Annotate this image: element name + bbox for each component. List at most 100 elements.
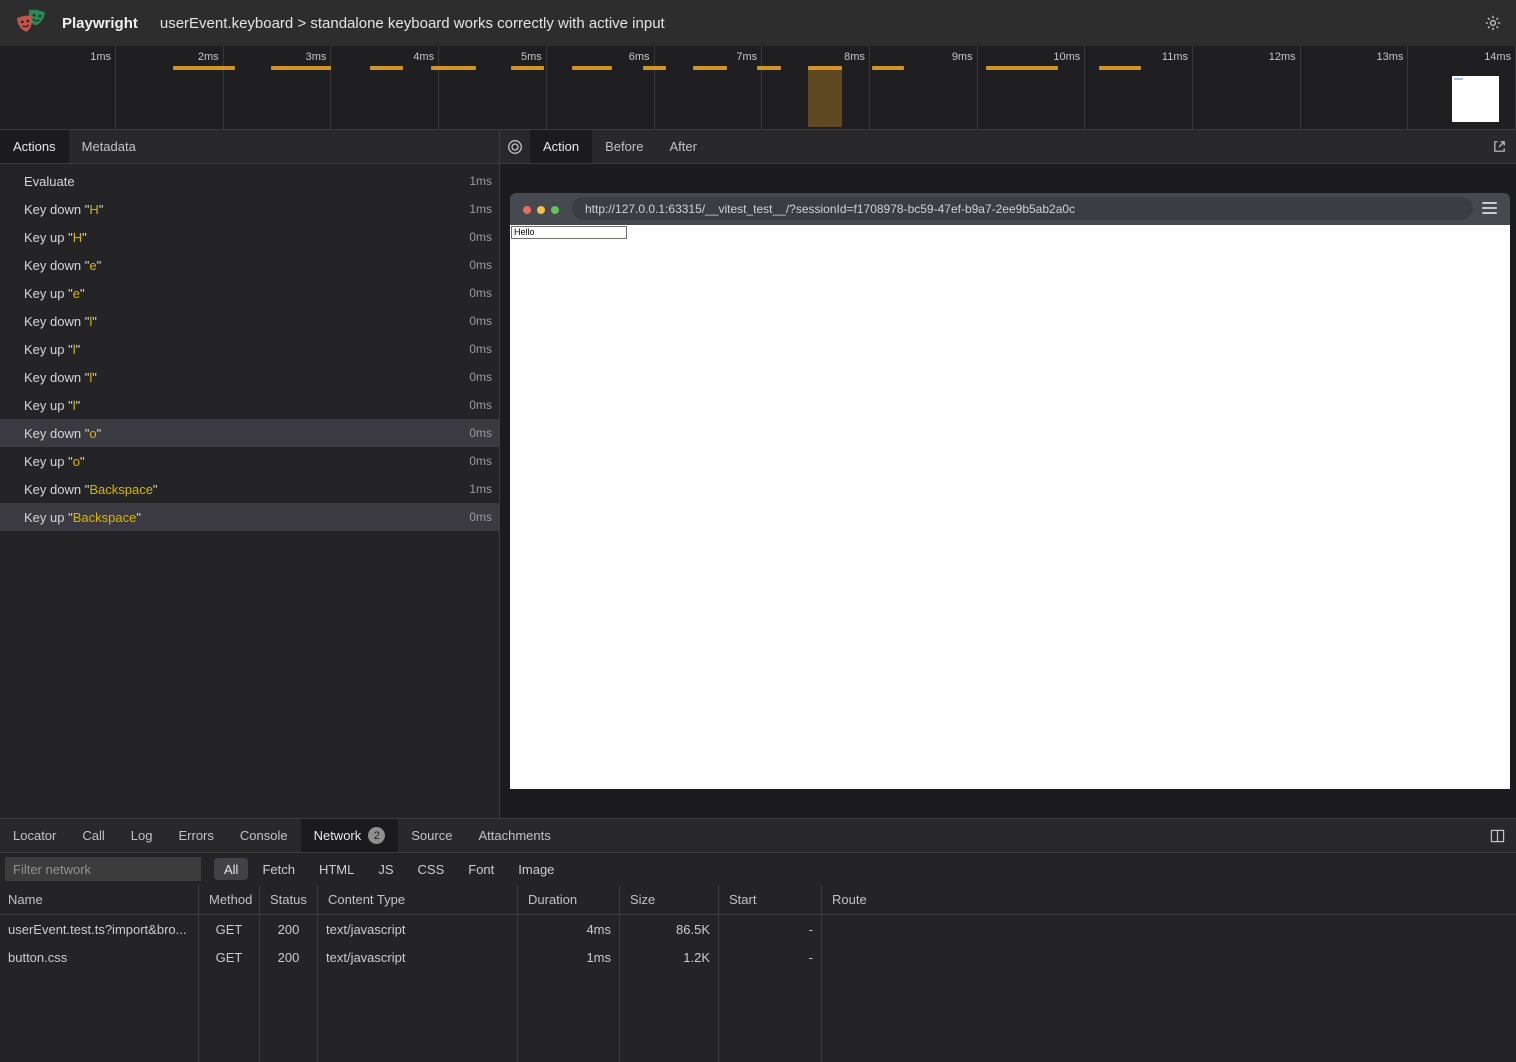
network-column-header[interactable]: Size [620, 885, 719, 914]
action-list: Evaluate 1ms Key down "H" 1ms Key up "H"… [0, 164, 499, 818]
tab-network[interactable]: Network 2 [301, 819, 399, 852]
traffic-light-green [551, 206, 559, 214]
network-column-header[interactable]: Content Type [318, 885, 518, 914]
tab-console[interactable]: Console [227, 819, 301, 852]
timeline-gridline [115, 46, 116, 129]
filter-chip-fetch[interactable]: Fetch [252, 858, 305, 880]
timeline-action-bar [808, 66, 842, 70]
network-filler-cell [620, 971, 719, 1062]
action-list-item[interactable]: Key down "e" 0ms [0, 251, 499, 279]
action-list-item[interactable]: Evaluate 1ms [0, 167, 499, 195]
action-title: Key down "e" [24, 258, 101, 273]
network-column-header[interactable]: Name [0, 885, 199, 914]
network-column-header[interactable]: Duration [518, 885, 620, 914]
tab-source[interactable]: Source [398, 819, 465, 852]
network-cell [822, 915, 1516, 943]
timeline-gridline [223, 46, 224, 129]
timeline-tick-label: 13ms [1343, 51, 1403, 63]
snapshot-page[interactable]: Hello [510, 225, 1510, 789]
bottom-panel: Locator Call Log Errors Console Network … [0, 818, 1516, 1062]
network-table-row[interactable]: userEvent.test.ts?import&bro...GET200tex… [0, 915, 1516, 943]
snapshot-tabbar: Action Before After [500, 130, 1516, 164]
filter-chip-html[interactable]: HTML [309, 858, 364, 880]
network-filler-cell [518, 971, 620, 1062]
action-list-item[interactable]: Key down "Backspace" 1ms [0, 475, 499, 503]
top-bar: Playwright userEvent.keyboard > standalo… [0, 0, 1516, 46]
action-title: Key up "H" [24, 230, 87, 245]
tab-actions[interactable]: Actions [0, 130, 69, 163]
browser-chrome: http://127.0.0.1:63315/__vitest_test__/?… [510, 193, 1510, 225]
action-duration: 0ms [469, 286, 492, 300]
network-cell: 1ms [518, 943, 620, 971]
app-name: Playwright [62, 15, 138, 32]
timeline-action-bar [693, 66, 727, 70]
tab-attachments[interactable]: Attachments [465, 819, 563, 852]
timeline-action-bar [872, 66, 904, 70]
tab-log[interactable]: Log [118, 819, 166, 852]
tab-after[interactable]: After [656, 130, 709, 163]
tab-metadata[interactable]: Metadata [69, 130, 149, 163]
tab-action[interactable]: Action [530, 130, 592, 163]
split-view-icon[interactable] [1482, 819, 1512, 852]
timeline-scrubber[interactable]: 1ms2ms3ms4ms5ms6ms7ms8ms9ms10ms11ms12ms1… [0, 46, 1516, 130]
action-duration: 0ms [469, 342, 492, 356]
action-title: Evaluate [24, 174, 75, 189]
timeline-film-strip-thumbnail[interactable] [1452, 76, 1499, 122]
filter-network-input[interactable] [5, 857, 201, 881]
action-list-item[interactable]: Key up "H" 0ms [0, 223, 499, 251]
network-filler-cell [0, 971, 199, 1062]
action-list-item[interactable]: Key down "o" 0ms [0, 419, 499, 447]
timeline-tick-label: 5ms [482, 51, 542, 63]
network-cell: 200 [260, 915, 318, 943]
tab-before[interactable]: Before [592, 130, 656, 163]
timeline-tick-label: 12ms [1236, 51, 1296, 63]
filter-chip-font[interactable]: Font [458, 858, 504, 880]
network-cell: GET [199, 943, 260, 971]
action-duration: 0ms [469, 426, 492, 440]
network-table-row[interactable]: button.cssGET200text/javascript1ms1.2K- [0, 943, 1516, 971]
timeline-gridline [330, 46, 331, 129]
page-text-input[interactable]: Hello [511, 226, 627, 239]
tab-locator[interactable]: Locator [0, 819, 69, 852]
network-column-header[interactable]: Route [822, 885, 1516, 914]
network-column-header[interactable]: Status [260, 885, 318, 914]
action-list-item[interactable]: Key up "l" 0ms [0, 335, 499, 363]
tab-errors[interactable]: Errors [165, 819, 226, 852]
action-list-item[interactable]: Key down "l" 0ms [0, 307, 499, 335]
traffic-light-yellow [537, 206, 545, 214]
action-list-item[interactable]: Key up "l" 0ms [0, 391, 499, 419]
network-column-header[interactable]: Method [199, 885, 260, 914]
action-list-item[interactable]: Key down "l" 0ms [0, 363, 499, 391]
action-title: Key up "l" [24, 342, 80, 357]
pick-locator-target-icon[interactable] [500, 130, 530, 163]
network-cell: text/javascript [318, 915, 518, 943]
timeline-action-bar [572, 66, 612, 70]
filter-chip-css[interactable]: CSS [408, 858, 455, 880]
timeline-gridline [546, 46, 547, 129]
action-duration: 0ms [469, 230, 492, 244]
timeline-action-bar [370, 66, 403, 70]
action-list-item[interactable]: Key up "Backspace" 0ms [0, 503, 499, 531]
timeline-tick-label: 11ms [1128, 51, 1188, 63]
settings-gear-icon[interactable] [1482, 12, 1504, 34]
timeline-action-bar [643, 66, 666, 70]
playwright-logo-icon [16, 9, 46, 37]
action-list-item[interactable]: Key up "o" 0ms [0, 447, 499, 475]
action-duration: 0ms [469, 370, 492, 384]
timeline-action-bar [986, 66, 1058, 70]
timeline-tick-label: 9ms [913, 51, 973, 63]
action-list-item[interactable]: Key up "e" 0ms [0, 279, 499, 307]
action-list-item[interactable]: Key down "H" 1ms [0, 195, 499, 223]
timeline-gridline [761, 46, 762, 129]
filter-chip-js[interactable]: JS [368, 858, 403, 880]
network-column-header[interactable]: Start [719, 885, 822, 914]
tab-badge: 2 [368, 827, 385, 844]
tab-call[interactable]: Call [69, 819, 117, 852]
open-snapshot-external-icon[interactable] [1484, 130, 1514, 163]
filter-chip-all[interactable]: All [214, 858, 248, 880]
filter-chip-image[interactable]: Image [508, 858, 564, 880]
network-filter-row: AllFetchHTMLJSCSSFontImage [0, 853, 1516, 885]
timeline-action-bar [757, 66, 781, 70]
timeline-action-bar [173, 66, 235, 70]
action-duration: 0ms [469, 258, 492, 272]
